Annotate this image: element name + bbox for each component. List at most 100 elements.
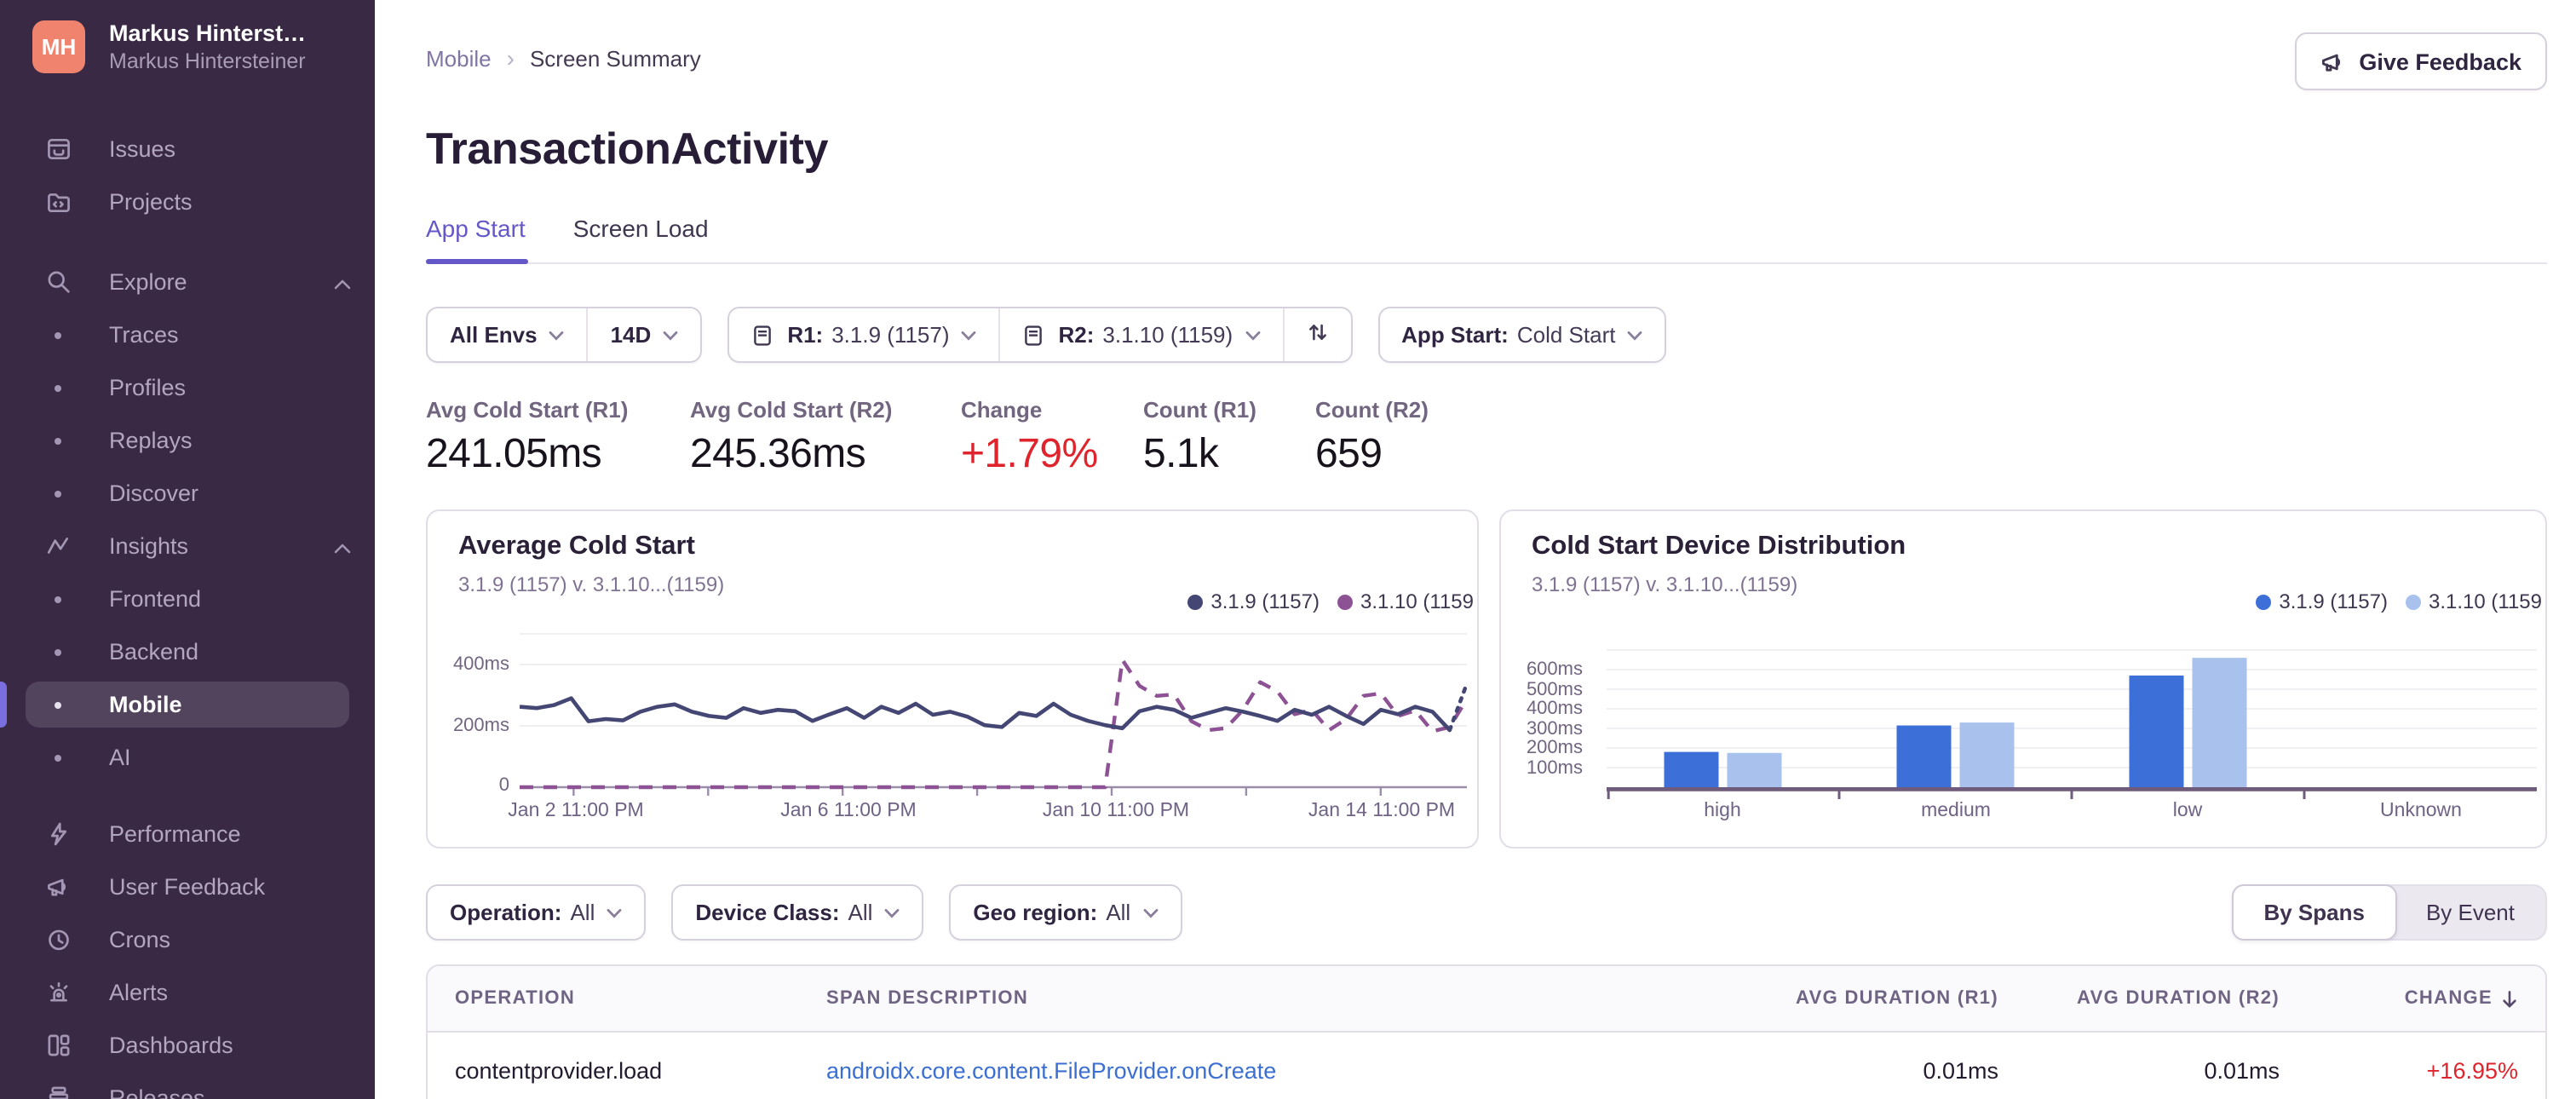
y-axis-label: 500ms [1526, 679, 1583, 699]
sidebar-item-crons[interactable]: Crons [0, 913, 375, 966]
chart-subtitle: 3.1.9 (1157) v. 3.1.10...(1159) [458, 573, 725, 596]
projects-icon [43, 187, 73, 217]
bullet-icon [43, 425, 73, 456]
stat-value: 5.1k [1143, 431, 1219, 477]
avatar: MH [32, 20, 85, 73]
user-org: Markus Hintersteiner [109, 49, 306, 73]
performance-icon [43, 819, 73, 849]
sidebar-item-mobile[interactable]: Mobile [0, 678, 375, 731]
sidebar-item-label: Explore [109, 269, 187, 295]
column-header-change[interactable]: CHANGE [2280, 988, 2545, 1009]
legend-dot [2255, 594, 2271, 609]
sidebar-item-backend[interactable]: Backend [0, 625, 375, 678]
y-axis-label: 600ms [1526, 659, 1583, 680]
bullet-icon [43, 584, 73, 614]
release-1-filter[interactable]: R1: 3.1.9 (1157) [729, 308, 998, 361]
release-2-value: 3.1.10 (1159) [1102, 322, 1233, 348]
device-distribution-chart-card: Cold Start Device Distribution 3.1.9 (11… [1499, 509, 2547, 849]
breadcrumb: Mobile › Screen Summary [426, 39, 2547, 72]
app-start-type-group: App Start: Cold Start [1377, 307, 1667, 363]
stat-avg-cold-start-r1: Avg Cold Start (R1) 241.05ms [426, 397, 690, 479]
geo-region-filter[interactable]: Geo region: All [951, 886, 1180, 939]
stat-count-r1: Count (R1) 5.1k [1143, 397, 1315, 479]
app-start-type-filter[interactable]: App Start: Cold Start [1379, 308, 1665, 361]
spans-filter-row: Operation: All Device Class: All Geo reg… [426, 884, 2547, 941]
sidebar-item-traces[interactable]: Traces [0, 308, 375, 361]
user-menu[interactable]: MH Markus Hinterst… Markus Hintersteiner [32, 20, 358, 73]
sidebar-item-issues[interactable]: Issues [0, 123, 375, 175]
sidebar-item-label: Performance [109, 821, 241, 847]
crons-icon [43, 924, 73, 955]
chart-subtitle: 3.1.9 (1157) v. 3.1.10...(1159) [1532, 573, 1798, 596]
breadcrumb-screen-summary: Screen Summary [529, 45, 701, 71]
sidebar-nav: Issues Projects Explore Traces Profiles … [0, 123, 375, 1099]
tab-app-start[interactable]: App Start [426, 215, 529, 264]
operation-filter-group: Operation: All [426, 884, 647, 941]
x-category-label: Unknown [2380, 801, 2462, 821]
stat-value: +1.79% [961, 431, 1098, 477]
span-description-link[interactable]: androidx.core.content.FileProvider.onCre… [826, 1057, 1276, 1083]
sidebar-item-insights[interactable]: Insights [0, 520, 375, 573]
sidebar-item-releases[interactable]: Releases [0, 1072, 375, 1099]
toggle-by-event[interactable]: By Event [2395, 886, 2545, 939]
cell-avg-duration-r2: 0.01ms [2204, 1057, 2280, 1083]
breadcrumb-mobile[interactable]: Mobile [426, 45, 492, 71]
sidebar-item-dashboards[interactable]: Dashboards [0, 1019, 375, 1072]
chart-title: Average Cold Start [458, 532, 695, 561]
chevron-down-icon [1142, 907, 1158, 918]
operation-filter-label: Operation: [450, 900, 562, 925]
stat-label: Avg Cold Start (R2) [690, 397, 893, 423]
x-category-label: medium [1921, 801, 1991, 821]
page-title: TransactionActivity [426, 123, 829, 174]
device-class-filter-value: All [848, 900, 873, 925]
x-category-label: low [2172, 801, 2203, 821]
bar-chart [1607, 649, 2537, 799]
sidebar-item-performance[interactable]: Performance [0, 808, 375, 860]
operation-filter[interactable]: Operation: All [428, 886, 644, 939]
chevron-down-icon [549, 330, 565, 340]
sidebar-item-profiles[interactable]: Profiles [0, 361, 375, 414]
header-row: Mobile › Screen Summary Give Feedback [426, 32, 2547, 97]
sidebar-item-label: Frontend [109, 586, 202, 612]
bullet-icon [43, 636, 73, 667]
user-name: Markus Hinterst… [109, 20, 307, 46]
operation-filter-value: All [570, 900, 595, 925]
sidebar-item-user-feedback[interactable]: User Feedback [0, 860, 375, 913]
sidebar-item-label: Alerts [109, 980, 169, 1005]
x-axis-label: Jan 14 11:00 PM [1308, 801, 1456, 821]
toggle-by-spans[interactable]: By Spans [2231, 884, 2397, 941]
x-category-label: high [1704, 801, 1741, 821]
legend-dot [2405, 594, 2420, 609]
release-icon [1023, 323, 1045, 347]
sidebar-item-projects[interactable]: Projects [0, 175, 375, 228]
sidebar-item-label: Projects [109, 189, 193, 215]
sidebar-item-label: Insights [109, 533, 189, 559]
tab-screen-load[interactable]: Screen Load [573, 215, 709, 262]
sidebar-item-replays[interactable]: Replays [0, 414, 375, 467]
sidebar-item-frontend[interactable]: Frontend [0, 573, 375, 625]
dashboards-icon [43, 1030, 73, 1061]
sidebar-item-explore[interactable]: Explore [0, 256, 375, 308]
environment-filter[interactable]: All Envs [428, 308, 587, 361]
sidebar-item-label: Discover [109, 480, 199, 506]
sidebar-item-label: Mobile [109, 692, 182, 717]
give-feedback-label: Give Feedback [2359, 49, 2521, 74]
charts-row: Average Cold Start 3.1.9 (1157) v. 3.1.1… [426, 509, 2547, 849]
y-axis-label: 0 [498, 775, 509, 796]
sidebar-item-label: Backend [109, 639, 199, 665]
sidebar-item-label: User Feedback [109, 874, 266, 900]
release-filter-group: R1: 3.1.9 (1157) R2: 3.1.10 (1159) [727, 307, 1353, 363]
device-class-filter[interactable]: Device Class: All [673, 886, 922, 939]
geo-region-filter-group: Geo region: All [949, 884, 1182, 941]
give-feedback-button[interactable]: Give Feedback [2294, 32, 2547, 90]
bullet-icon [43, 372, 73, 403]
date-range-filter[interactable]: 14D [586, 308, 701, 361]
bullet-icon [43, 319, 73, 350]
swap-releases-button[interactable] [1282, 308, 1350, 361]
legend-dot [1337, 594, 1352, 609]
sidebar-item-alerts[interactable]: Alerts [0, 966, 375, 1019]
release-2-filter[interactable]: R2: 3.1.10 (1159) [998, 308, 1283, 361]
sidebar-item-ai[interactable]: AI [0, 731, 375, 784]
chevron-down-icon [962, 330, 977, 340]
sidebar-item-discover[interactable]: Discover [0, 467, 375, 520]
